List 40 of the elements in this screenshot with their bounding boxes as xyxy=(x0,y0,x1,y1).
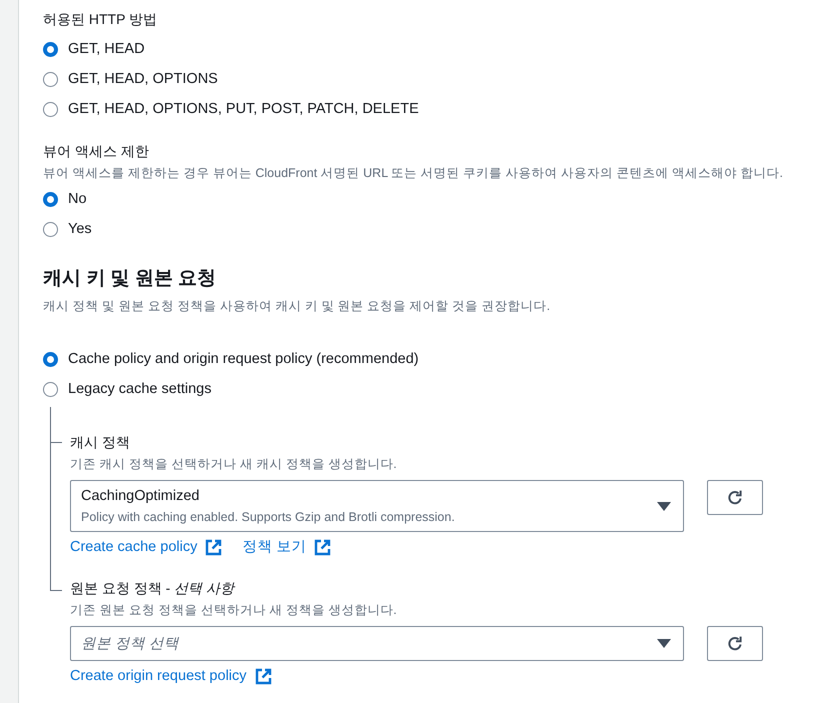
radio-label[interactable]: No xyxy=(68,188,87,210)
radio-label[interactable]: GET, HEAD, OPTIONS, PUT, POST, PATCH, DELETE xyxy=(68,98,419,120)
radio-button[interactable] xyxy=(43,352,58,366)
select-description: Policy with caching enabled. Supports Gzip and Brotli compression. xyxy=(81,509,455,526)
radio-label[interactable]: Yes xyxy=(68,218,92,240)
select-placeholder: 원본 정책 선택 xyxy=(81,634,180,654)
radio-button[interactable] xyxy=(43,102,58,116)
external-link[interactable]: Create origin request policy xyxy=(70,667,272,685)
radio-button[interactable] xyxy=(43,72,58,86)
section-heading: 캐시 키 및 원본 요청 xyxy=(43,267,218,291)
select-field[interactable]: 원본 정책 선택 xyxy=(70,626,684,661)
external-link-icon xyxy=(205,538,222,556)
field-label: 뷰어 액세스 제한 xyxy=(43,142,150,161)
select-value: CachingOptimized xyxy=(81,487,200,506)
refresh-button[interactable] xyxy=(707,480,763,515)
refresh-icon xyxy=(726,488,744,506)
external-link[interactable]: 정책 보기 xyxy=(242,538,332,556)
select-field[interactable]: CachingOptimized Policy with caching enabled. Supports Gzip and Brotli compression. xyxy=(70,480,684,532)
caret-down-icon xyxy=(657,639,671,648)
radio-label[interactable]: Legacy cache settings xyxy=(68,378,212,400)
radio-label[interactable]: GET, HEAD xyxy=(68,38,145,60)
field-label: 캐시 정책 xyxy=(70,433,131,452)
radio-button[interactable] xyxy=(43,192,58,206)
field-label: 원본 요청 정책 - 선택 사항 xyxy=(70,579,236,598)
field-label: 허용된 HTTP 방법 xyxy=(43,10,158,29)
radio-label[interactable]: Cache policy and origin request policy (recommended) xyxy=(68,348,419,370)
radio-label[interactable]: GET, HEAD, OPTIONS xyxy=(68,68,218,90)
caret-down-icon xyxy=(657,502,671,510)
external-link-icon xyxy=(254,668,272,684)
external-link[interactable]: Create cache policy xyxy=(70,538,222,556)
field-description: 뷰어 액세스를 제한하는 경우 뷰어는 CloudFront 서명된 URL 또는 서명된 쿠키를 사용하여 사용자의 콘텐츠에 액세스해야 합니다. xyxy=(43,165,784,182)
radio-button[interactable] xyxy=(43,222,58,236)
radio-button[interactable] xyxy=(43,382,58,396)
radio-button[interactable] xyxy=(43,42,58,56)
field-description: 기존 원본 요청 정책을 선택하거나 새 정책을 생성합니다. xyxy=(70,602,398,619)
field-description: 기존 캐시 정책을 선택하거나 새 캐시 정책을 생성합니다. xyxy=(70,456,398,473)
refresh-button[interactable] xyxy=(707,626,763,661)
section-description: 캐시 정책 및 원본 요청 정책을 사용하여 캐시 키 및 원본 요청을 제어할 것을 권장합니다. xyxy=(43,298,552,315)
external-link-icon xyxy=(314,538,332,556)
refresh-icon xyxy=(726,634,744,652)
